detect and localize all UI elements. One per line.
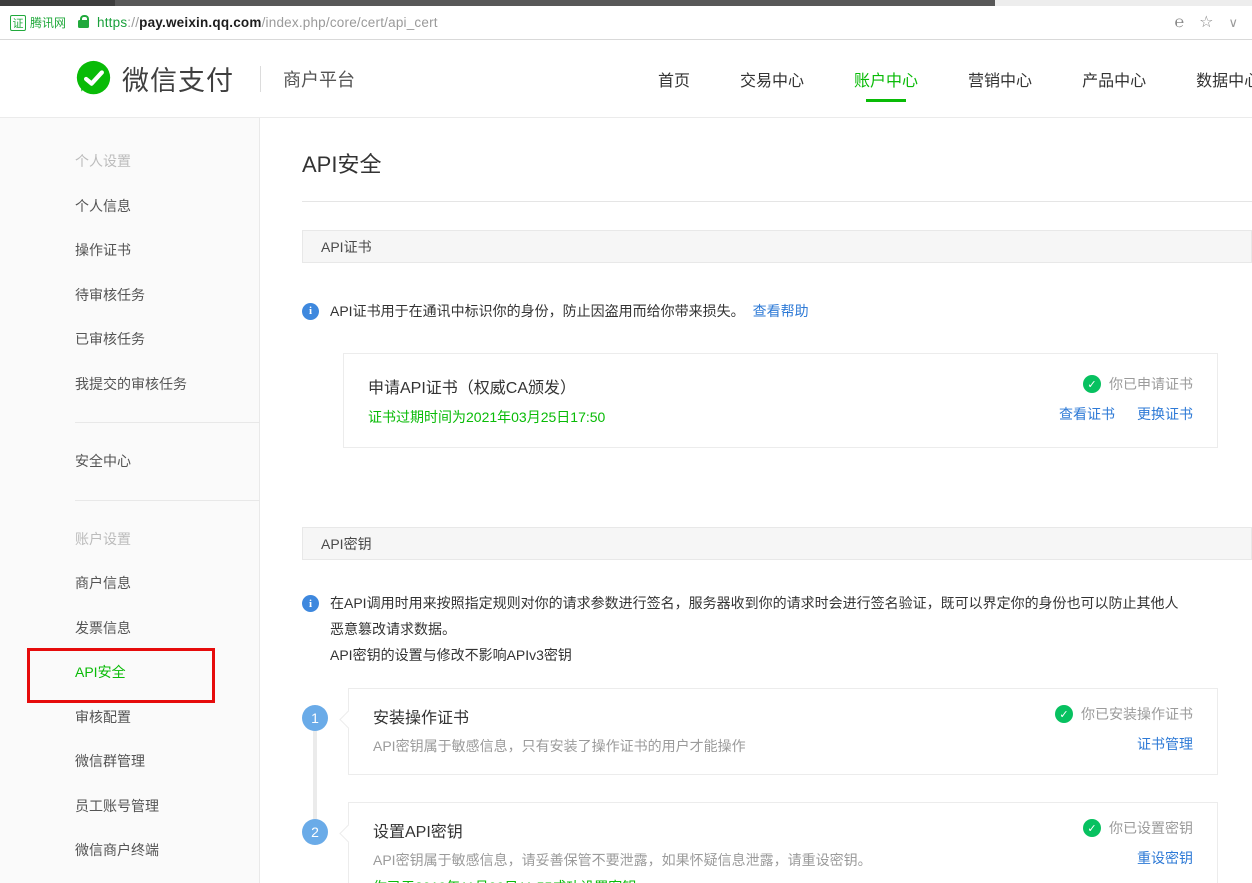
site-header: 微信支付 商户平台 首页 交易中心 账户中心 营销中心 产品中心 数据中心 [0, 40, 1252, 118]
cert-expiry-text: 证书过期时间为2021年03月25日17:50 [368, 407, 605, 427]
title-divider [302, 201, 1252, 202]
site-name-label: 腾讯网 [30, 14, 66, 31]
titlebar-right [995, 0, 1252, 6]
portal-label: 商户平台 [283, 66, 355, 92]
sidebar: 个人设置 个人信息 操作证书 待审核任务 已审核任务 我提交的审核任务 安全中心… [0, 118, 260, 883]
sidebar-item-pending-review[interactable]: 待审核任务 [75, 273, 259, 318]
step-2-status-text: 你已设置密钥 [1109, 818, 1193, 838]
api-key-panel: API密钥 i 在API调用时用来按照指定规则对你的请求参数进行签名，服务器收到… [302, 527, 1252, 883]
check-icon: ✓ [1083, 819, 1101, 837]
step-2-title: 设置API密钥 [373, 818, 872, 842]
cert-status-text: 你已申请证书 [1109, 374, 1193, 394]
url-text[interactable]: https://pay.weixin.qq.com/index.php/core… [97, 15, 438, 30]
browser-address-bar: 证 腾讯网 https://pay.weixin.qq.com/index.ph… [0, 6, 1252, 40]
step-1-card: 安装操作证书 API密钥属于敏感信息，只有安装了操作证书的用户才能操作 ✓ 你已… [348, 688, 1218, 775]
url-path: /index.php/core/cert/api_cert [262, 15, 438, 30]
step-1-left: 安装操作证书 API密钥属于敏感信息，只有安装了操作证书的用户才能操作 [373, 704, 746, 756]
nav-home[interactable]: 首页 [658, 40, 690, 117]
replace-cert-link[interactable]: 更换证书 [1137, 404, 1193, 424]
step-2-number-badge: 2 [302, 819, 328, 845]
check-icon: ✓ [1055, 705, 1073, 723]
nav-marketing-center[interactable]: 营销中心 [968, 40, 1032, 117]
step-2-status: ✓ 你已设置密钥 重设密钥 [1083, 818, 1193, 883]
check-icon: ✓ [1083, 375, 1101, 393]
ssl-lock-icon [78, 20, 89, 28]
sidebar-item-review-config[interactable]: 审核配置 [75, 695, 259, 740]
sidebar-divider [75, 500, 260, 501]
cert-card-status: ✓ 你已申请证书 查看证书 更换证书 [1059, 374, 1193, 427]
sidebar-item-merchant-info[interactable]: 商户信息 [75, 561, 259, 606]
sidebar-item-wechat-group-mgmt[interactable]: 微信群管理 [75, 739, 259, 784]
sidebar-item-personal-info[interactable]: 个人信息 [75, 184, 259, 229]
view-cert-link[interactable]: 查看证书 [1059, 404, 1115, 424]
step-1-status-text: 你已安装操作证书 [1081, 704, 1193, 724]
nav-product-center[interactable]: 产品中心 [1082, 40, 1146, 117]
sidebar-group-personal-settings: 个人设置 [75, 139, 259, 184]
key-info-text: 在API调用时用来按照指定规则对你的请求参数进行签名，服务器收到你的请求时会进行… [330, 590, 1182, 668]
step-1-number-badge: 1 [302, 705, 328, 731]
site-verification-badge: 证 [10, 15, 26, 31]
sidebar-item-staff-account-mgmt[interactable]: 员工账号管理 [75, 784, 259, 829]
key-info-line2: API密钥的设置与修改不影响APIv3密钥 [330, 642, 1182, 668]
api-key-panel-body: i 在API调用时用来按照指定规则对你的请求参数进行签名，服务器收到你的请求时会… [302, 590, 1252, 883]
sidebar-divider [75, 422, 260, 423]
sidebar-item-invoice-info[interactable]: 发票信息 [75, 606, 259, 651]
sidebar-item-api-security[interactable]: API安全 [75, 650, 259, 695]
nav-transaction-center[interactable]: 交易中心 [740, 40, 804, 117]
step-row-1: 1 安装操作证书 API密钥属于敏感信息，只有安装了操作证书的用户才能操作 ✓ … [302, 688, 1252, 775]
wechat-pay-logo[interactable]: 微信支付 [75, 59, 234, 98]
api-cert-panel: API证书 i API证书用于在通讯中标识你的身份，防止因盗用而给你带来损失。查… [302, 230, 1252, 478]
api-key-panel-header: API密钥 [302, 527, 1252, 560]
step-1-status: ✓ 你已安装操作证书 证书管理 [1055, 704, 1193, 756]
step-2-col: 2 [302, 802, 348, 883]
window-titlebar [0, 0, 1252, 6]
browser-tab[interactable] [115, 0, 995, 6]
page-title: API安全 [302, 151, 1252, 179]
cert-card-left: 申请API证书（权威CA颁发） 证书过期时间为2021年03月25日17:50 [368, 374, 605, 427]
compatibility-mode-icon[interactable]: ℮ [1175, 15, 1185, 31]
cert-info-sentence: API证书用于在通讯中标识你的身份，防止因盗用而给你带来损失。 [330, 303, 745, 319]
step-1-title: 安装操作证书 [373, 704, 746, 728]
url-host: pay.weixin.qq.com [139, 15, 261, 30]
bookmark-star-icon[interactable]: ☆ [1199, 15, 1213, 31]
header-divider [260, 66, 261, 92]
step-2-desc: API密钥属于敏感信息，请妥善保管不要泄露，如果怀疑信息泄露，请重设密钥。 [373, 850, 872, 870]
top-nav: 首页 交易中心 账户中心 营销中心 产品中心 数据中心 [658, 40, 1252, 117]
cert-card-title: 申请API证书（权威CA颁发） [368, 374, 605, 398]
cert-card: 申请API证书（权威CA颁发） 证书过期时间为2021年03月25日17:50 … [343, 353, 1218, 448]
cert-manage-link[interactable]: 证书管理 [1137, 734, 1193, 754]
nav-data-center[interactable]: 数据中心 [1196, 40, 1252, 117]
step-1-desc: API密钥属于敏感信息，只有安装了操作证书的用户才能操作 [373, 736, 746, 756]
sidebar-item-operation-cert[interactable]: 操作证书 [75, 228, 259, 273]
sidebar-item-wechat-merchant-terminal[interactable]: 微信商户终端 [75, 828, 259, 873]
step-1-col: 1 [302, 688, 348, 775]
step-2-left: 设置API密钥 API密钥属于敏感信息，请妥善保管不要泄露，如果怀疑信息泄露，请… [373, 818, 872, 883]
key-info-line1: 在API调用时用来按照指定规则对你的请求参数进行签名，服务器收到你的请求时会进行… [330, 590, 1182, 642]
wechat-check-icon [75, 60, 112, 97]
url-scheme: https [97, 15, 127, 30]
api-cert-panel-body: i API证书用于在通讯中标识你的身份，防止因盗用而给你带来损失。查看帮助 申请… [302, 302, 1252, 478]
key-info-row: i 在API调用时用来按照指定规则对你的请求参数进行签名，服务器收到你的请求时会… [302, 590, 1252, 668]
chevron-down-icon[interactable]: ∨ [1228, 16, 1238, 29]
step-2-success-text: 你已于2019年11月09日11:55成功设置密钥 [373, 877, 872, 883]
info-icon: i [302, 303, 319, 320]
step-row-2: 2 设置API密钥 API密钥属于敏感信息，请妥善保管不要泄露，如果怀疑信息泄露… [302, 802, 1252, 883]
sidebar-item-reviewed[interactable]: 已审核任务 [75, 317, 259, 362]
reset-key-link[interactable]: 重设密钥 [1137, 848, 1193, 868]
sidebar-item-security-center[interactable]: 安全中心 [75, 439, 259, 484]
cert-info-row: i API证书用于在通讯中标识你的身份，防止因盗用而给你带来损失。查看帮助 [302, 302, 1252, 321]
logo-text: 微信支付 [122, 59, 234, 98]
step-2-card: 设置API密钥 API密钥属于敏感信息，请妥善保管不要泄露，如果怀疑信息泄露，请… [348, 802, 1218, 883]
view-help-link[interactable]: 查看帮助 [753, 303, 809, 319]
url-separator: :// [127, 15, 139, 30]
sidebar-group-account-settings: 账户设置 [75, 517, 259, 562]
page-body: 个人设置 个人信息 操作证书 待审核任务 已审核任务 我提交的审核任务 安全中心… [0, 118, 1252, 883]
cert-info-text: API证书用于在通讯中标识你的身份，防止因盗用而给你带来损失。查看帮助 [330, 302, 809, 321]
nav-account-center[interactable]: 账户中心 [854, 40, 918, 117]
main-content: API安全 API证书 i API证书用于在通讯中标识你的身份，防止因盗用而给你… [260, 118, 1252, 883]
steps-list: 1 安装操作证书 API密钥属于敏感信息，只有安装了操作证书的用户才能操作 ✓ … [302, 688, 1252, 883]
info-icon: i [302, 595, 319, 612]
sidebar-item-my-submitted-review[interactable]: 我提交的审核任务 [75, 362, 259, 407]
api-cert-panel-header: API证书 [302, 230, 1252, 263]
